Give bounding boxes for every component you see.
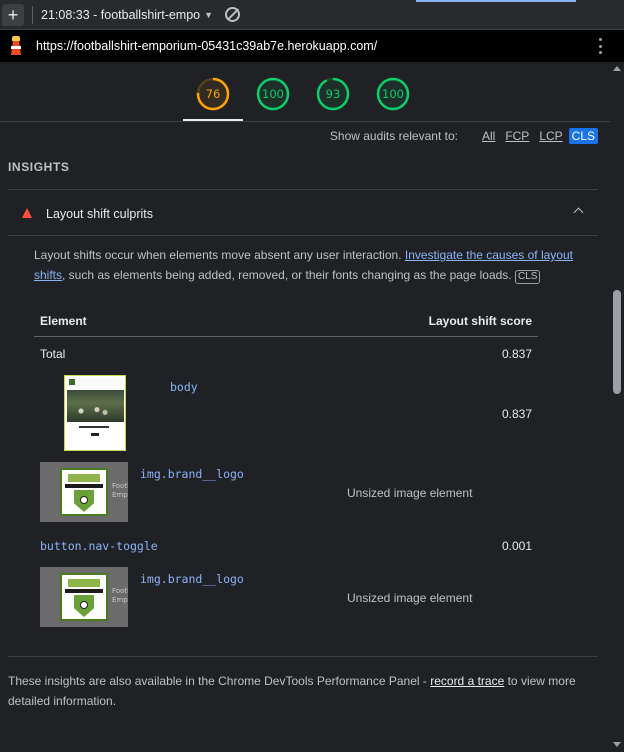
report-url[interactable]: https://footballshirt-emporium-05431c39a… [36,39,377,53]
filter-all[interactable]: All [482,129,495,143]
footer-text: These insights are also available in the… [8,674,431,688]
metric-tag: CLS [514,270,541,284]
divider [8,656,598,657]
devtools-topbar: + 21:08:33 - footballshirt-empo ▼ [0,0,624,30]
footer-note: These insights are also available in the… [8,671,583,711]
report-selector-label: 21:08:33 - footballshirt-empo [41,7,201,22]
divider [32,5,33,24]
new-report-button[interactable]: + [2,3,24,26]
report-selector[interactable]: 21:08:33 - footballshirt-empo ▼ [41,8,217,22]
scroll-down-icon[interactable] [613,742,621,747]
more-options-icon[interactable] [599,38,602,54]
desc-text: Layout shifts occur when elements move a… [34,248,405,262]
gauge-score: 100 [262,87,284,101]
filter-cls[interactable]: CLS [568,128,598,144]
total-value: 0.837 [501,347,532,361]
gauge-seo[interactable]: 100 [375,76,411,112]
desc-text: , such as elements being added, removed,… [62,268,515,282]
element-screenshot-thumbnail[interactable]: FootbEmpo [40,567,128,627]
gauge-accessibility[interactable]: 100 [255,76,291,112]
clear-icon[interactable] [225,7,240,22]
filter-fcp[interactable]: FCP [505,129,529,143]
scroll-up-icon[interactable] [613,66,621,71]
audit-filter: Show audits relevant to: All FCP LCP CLS [330,128,598,144]
layout-shift-score: 0.001 [501,539,532,553]
filter-lcp[interactable]: LCP [539,129,562,143]
layout-shift-score: 0.837 [501,407,532,421]
element-selector[interactable]: img.brand__logo [140,467,244,481]
gauge-score: 100 [382,87,404,101]
thumbnail-caption: FootbEmpo [112,482,128,499]
element-selector[interactable]: body [170,380,198,394]
total-label: Total [40,347,66,361]
chevron-down-icon: ▼ [204,9,214,20]
header-divider [34,336,538,337]
gauge-score: 76 [205,87,221,101]
scrollbar[interactable] [610,62,624,752]
scrollbar-thumb[interactable] [613,290,621,394]
element-selector[interactable]: button.nav-toggle [40,539,158,553]
column-header-score: Layout shift score [428,314,532,328]
thumbnail-caption: FootbEmpo [112,587,128,604]
report-url-bar: https://footballshirt-emporium-05431c39a… [0,30,624,62]
audit-title: Layout shift culprits [46,207,153,221]
gauge-score: 93 [325,87,341,101]
element-note: Unsized image element [347,486,473,500]
column-header-element: Element [40,314,87,328]
element-screenshot-thumbnail[interactable] [64,375,126,451]
active-gauge-indicator [183,119,243,121]
element-selector[interactable]: img.brand__logo [140,572,244,586]
warning-triangle-icon [22,208,32,218]
score-gauges: 76 100 93 100 [0,62,610,122]
divider [8,235,598,236]
element-note: Unsized image element [347,591,473,605]
audit-header-layout-shift-culprits[interactable]: Layout shift culprits [8,198,598,230]
filter-label: Show audits relevant to: [329,129,458,143]
gauge-performance[interactable]: 76 [195,76,231,112]
lighthouse-logo-icon [8,35,24,57]
record-trace-link[interactable]: record a trace [430,674,504,688]
section-title: INSIGHTS [8,160,70,174]
element-screenshot-thumbnail[interactable]: FootbEmpo [40,462,128,522]
audit-description: Layout shifts occur when elements move a… [34,245,579,285]
gauge-best-practices[interactable]: 93 [315,76,351,112]
tab-accent [416,0,576,2]
chevron-up-icon[interactable] [573,207,584,218]
divider [8,189,598,190]
